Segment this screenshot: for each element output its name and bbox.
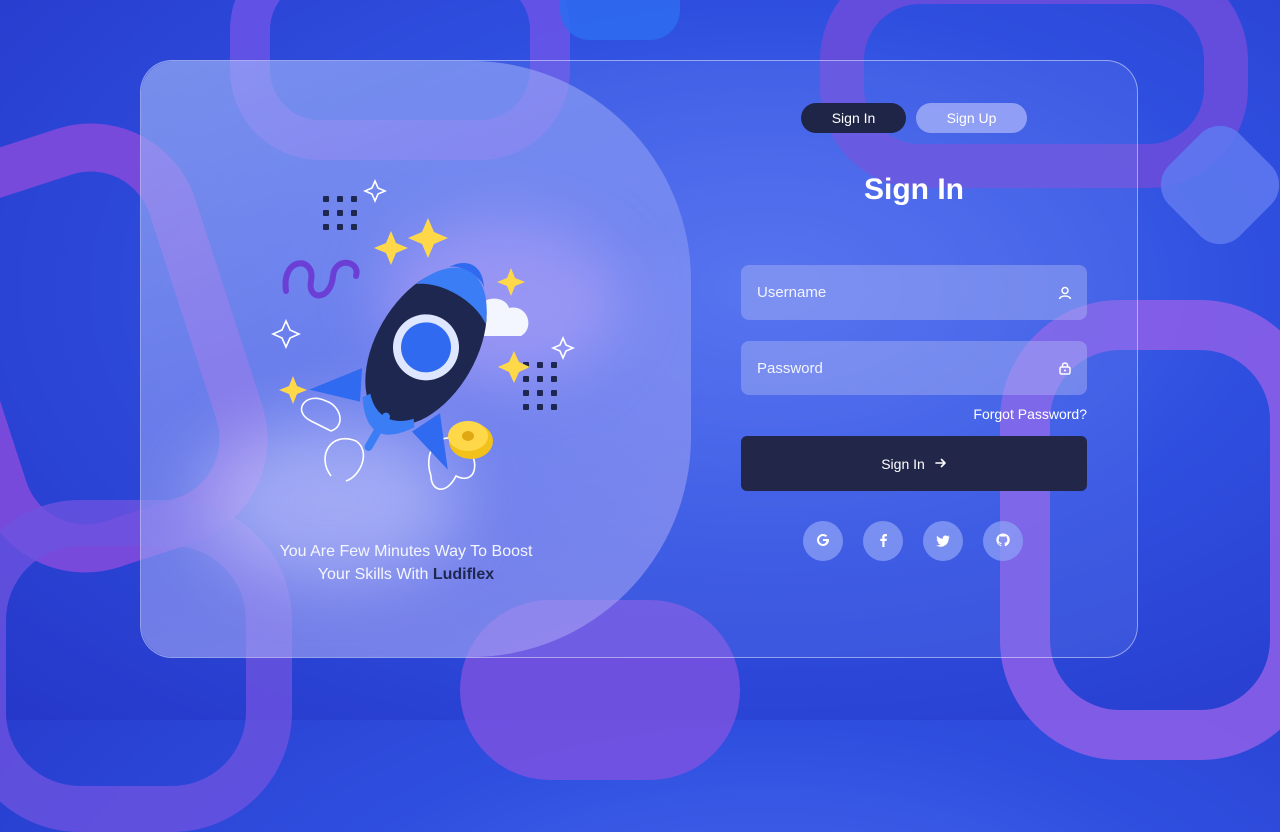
tab-sign-in[interactable]: Sign In — [801, 103, 906, 133]
lock-icon — [1057, 360, 1073, 376]
rocket-illustration — [271, 178, 576, 490]
password-field[interactable] — [741, 341, 1087, 395]
github-icon — [996, 532, 1010, 551]
google-icon — [816, 532, 830, 551]
google-login-button[interactable] — [803, 521, 843, 561]
tagline-text: Your Skills With — [317, 566, 429, 583]
forgot-password-link[interactable]: Forgot Password? — [841, 406, 1087, 422]
login-card: You Are Few Minutes Way To Boost Your Sk… — [140, 60, 1138, 658]
arrow-right-icon — [934, 456, 947, 472]
sign-in-button[interactable]: Sign In — [741, 436, 1087, 491]
tagline-line: You Are Few Minutes Way To Boost — [279, 543, 533, 560]
facebook-icon — [877, 532, 889, 551]
sign-in-button-label: Sign In — [881, 455, 925, 472]
username-input[interactable] — [755, 283, 1039, 302]
tab-sign-up[interactable]: Sign Up — [916, 103, 1027, 133]
facebook-login-button[interactable] — [863, 521, 903, 561]
hero-tagline: You Are Few Minutes Way To Boost Your Sk… — [201, 540, 611, 586]
form-title: Sign In — [864, 173, 964, 206]
twitter-login-button[interactable] — [923, 521, 963, 561]
bg-decoration — [560, 0, 680, 40]
tagline-line: Your Skills With Ludiflex — [201, 563, 611, 586]
username-field[interactable] — [741, 265, 1087, 320]
brand-name: Ludiflex — [432, 566, 495, 583]
password-input[interactable] — [755, 358, 1039, 378]
user-icon — [1057, 285, 1073, 301]
github-login-button[interactable] — [983, 521, 1023, 561]
hero-panel: You Are Few Minutes Way To Boost Your Sk… — [141, 61, 691, 657]
twitter-icon — [936, 532, 950, 551]
